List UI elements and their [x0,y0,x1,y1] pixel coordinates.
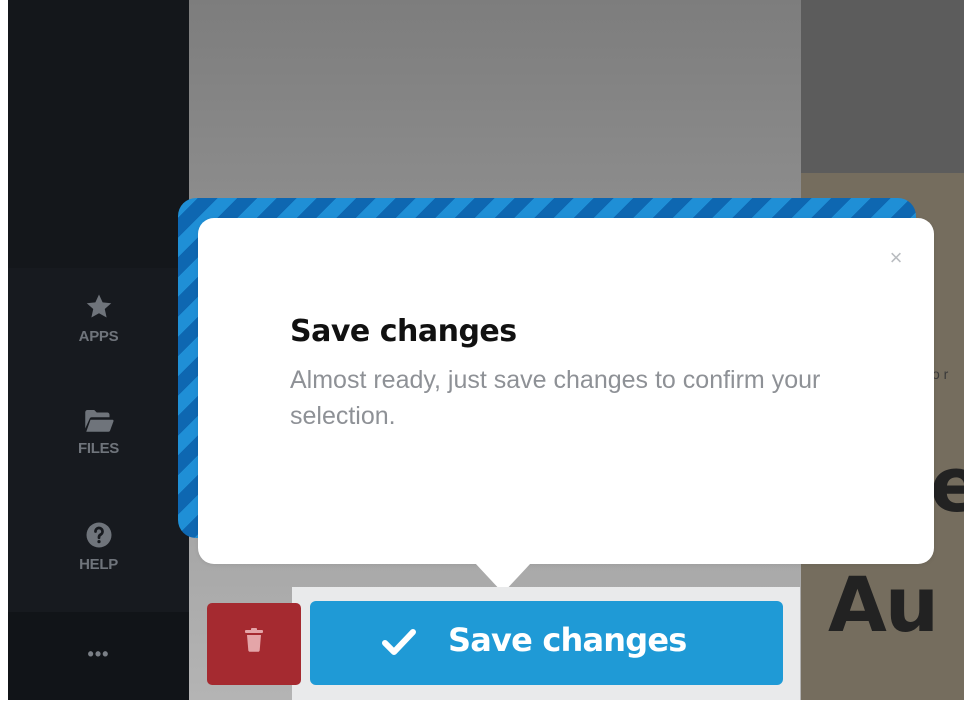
background-text: o r [932,366,949,382]
sidebar-item-label: APPS [78,328,119,345]
close-icon[interactable]: × [884,246,908,270]
delete-button[interactable] [207,603,301,685]
sidebar: APPS FILES HELP ••• [8,0,189,700]
sidebar-item-label: FILES [77,440,119,457]
sidebar-more[interactable]: ••• [8,612,189,700]
background-heading-fragment: e [930,440,964,529]
background-heading: Au [828,560,939,649]
app-screen: APPS FILES HELP ••• o r e Au × Save chan… [0,0,964,706]
content-overlay-top [801,0,964,173]
sidebar-item-label: HELP [79,556,118,573]
sidebar-item-files[interactable]: FILES [8,408,189,457]
sidebar-item-help[interactable]: HELP [8,520,189,573]
check-icon [382,628,416,661]
save-changes-label: Save changes [448,621,687,659]
question-circle-icon [8,520,189,550]
popover-body: Almost ready, just save changes to confi… [290,366,821,430]
sidebar-item-apps[interactable]: APPS [8,292,189,345]
star-icon [8,292,189,322]
folder-open-icon [8,408,189,434]
save-changes-button[interactable]: Save changes [310,601,783,685]
more-dots-icon: ••• [87,644,110,664]
sidebar-header-area [8,0,189,268]
popover-title: Save changes [290,314,517,349]
